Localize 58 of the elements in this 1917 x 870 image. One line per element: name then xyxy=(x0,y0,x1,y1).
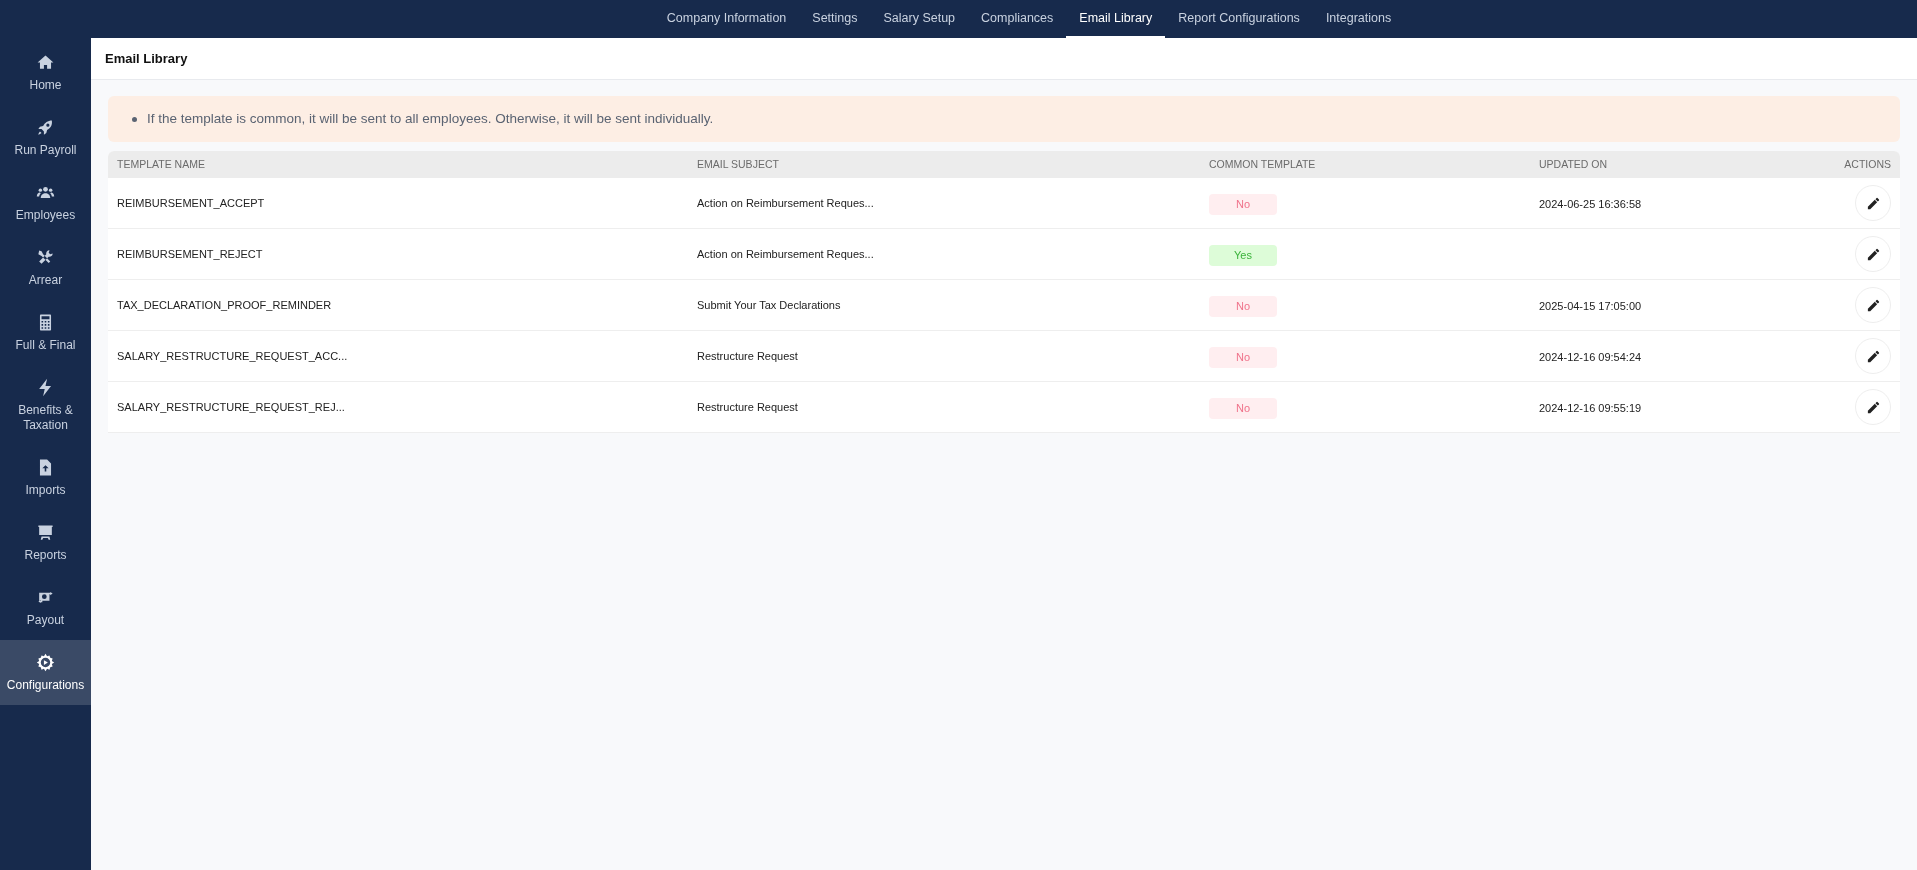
tools-icon xyxy=(36,247,55,267)
status-badge: Yes xyxy=(1209,245,1277,266)
column-header: TEMPLATE NAME xyxy=(117,156,206,172)
sidebar-item[interactable]: Payout xyxy=(0,575,91,640)
column-header: ACTIONS xyxy=(1843,156,1891,172)
table-cell-text: REIMBURSEMENT_REJECT xyxy=(117,246,264,262)
table-cell-text: SALARY_RESTRUCTURE_REQUEST_ACC... xyxy=(117,348,349,364)
table-cell-text: Submit Your Tax Declarations xyxy=(697,297,842,313)
edit-button[interactable] xyxy=(1855,236,1891,272)
page-title: Email Library xyxy=(105,49,188,68)
status-badge: No xyxy=(1209,347,1277,368)
column-header: EMAIL SUBJECT xyxy=(697,156,780,172)
nav-tab[interactable]: Integrations xyxy=(1312,0,1405,38)
sidebar-item[interactable]: Imports xyxy=(0,445,91,510)
chart-board-icon xyxy=(36,522,55,542)
table-cell-text: SALARY_RESTRUCTURE_REQUEST_REJ... xyxy=(117,399,346,415)
nav-tab[interactable]: Settings xyxy=(799,0,871,38)
status-badge: No xyxy=(1209,194,1277,215)
nav-tab[interactable]: Report Configurations xyxy=(1165,0,1313,38)
sidebar-item[interactable]: Reports xyxy=(0,510,91,575)
nav-tab[interactable]: Compliances xyxy=(968,0,1067,38)
sidebar-item[interactable]: Full & Final xyxy=(0,300,91,365)
gear-icon xyxy=(36,652,55,672)
pencil-icon xyxy=(1865,348,1881,364)
table-cell: 2024-06-25 16:36:58 xyxy=(1539,198,1642,210)
notice-text: If the template is common, it will be sent to all employees. Otherwise, it will be sent individually. xyxy=(147,110,714,128)
table-cell-text: Restructure Request xyxy=(697,399,799,415)
status-badge: No xyxy=(1209,296,1277,317)
bullet-icon xyxy=(132,116,137,122)
edit-button[interactable] xyxy=(1855,338,1891,374)
table-cell-text: Action on Reimbursement Reques... xyxy=(697,246,875,262)
home-icon xyxy=(36,52,55,72)
table-cell: 2024-12-16 09:54:24 xyxy=(1539,351,1642,363)
column-header: COMMON TEMPLATE xyxy=(1209,156,1317,172)
table-cell-text: Restructure Request xyxy=(697,348,799,364)
edit-button[interactable] xyxy=(1855,185,1891,221)
nav-tab[interactable]: Salary Setup xyxy=(870,0,969,38)
nav-tab[interactable]: Company Information xyxy=(653,0,800,38)
table-cell-text: REIMBURSEMENT_ACCEPT xyxy=(117,195,266,211)
table-cell-text: TAX_DECLARATION_PROOF_REMINDER xyxy=(117,297,333,313)
pencil-icon xyxy=(1865,246,1881,262)
sidebar-item[interactable]: Employees xyxy=(0,170,91,235)
table-cell-text: Action on Reimbursement Reques... xyxy=(697,195,875,211)
sidebar-item[interactable]: Arrear xyxy=(0,235,91,300)
pencil-icon xyxy=(1865,297,1881,313)
edit-button[interactable] xyxy=(1855,389,1891,425)
edit-button[interactable] xyxy=(1855,287,1891,323)
pencil-icon xyxy=(1865,399,1881,415)
table-cell: 2024-12-16 09:55:19 xyxy=(1539,402,1642,414)
pencil-icon xyxy=(1865,195,1881,211)
table-cell: 2025-04-15 17:05:00 xyxy=(1539,300,1642,312)
sidebar-item[interactable]: Configurations xyxy=(0,640,91,705)
status-badge: No xyxy=(1209,398,1277,419)
sidebar-item[interactable]: Home xyxy=(0,40,91,105)
sidebar-item[interactable]: Benefits & Taxation xyxy=(0,365,91,445)
rocket-icon xyxy=(36,117,55,137)
column-header: UPDATED ON xyxy=(1539,156,1609,172)
sidebar-item[interactable]: Run Payroll xyxy=(0,105,91,170)
